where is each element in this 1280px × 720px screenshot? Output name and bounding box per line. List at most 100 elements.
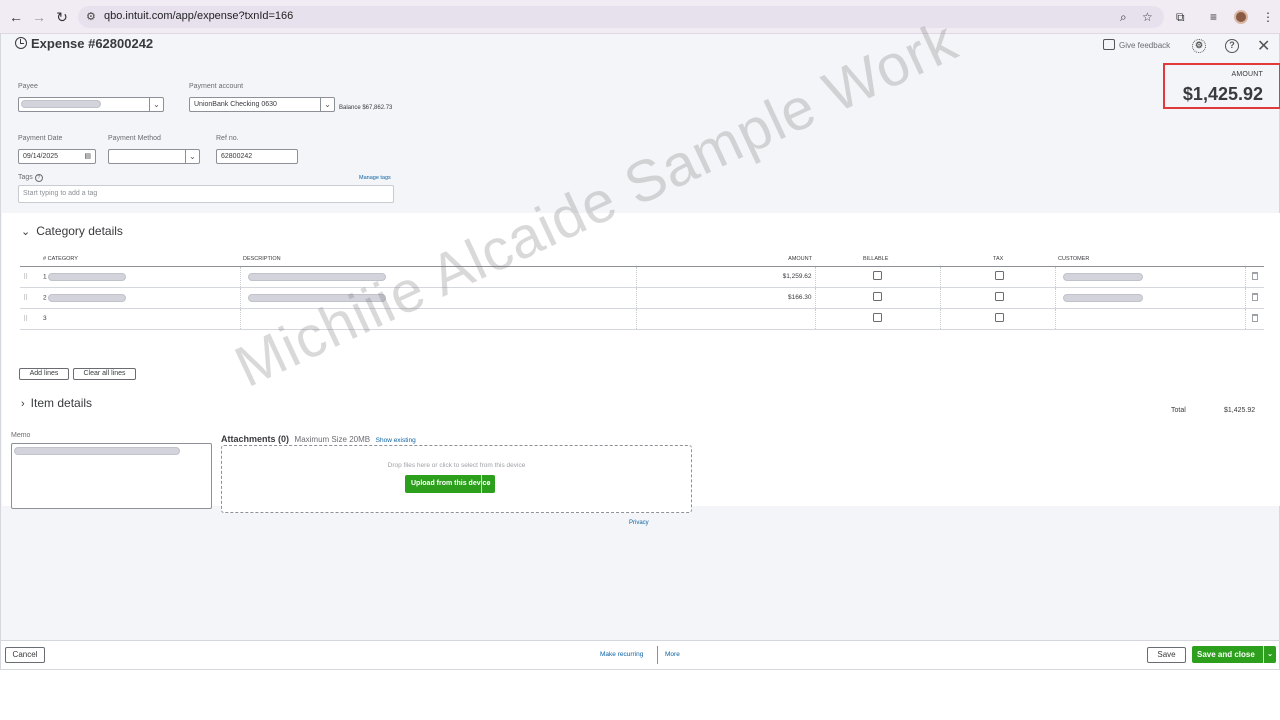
table-row[interactable]: ⠿ 3	[20, 308, 1264, 330]
billable-checkbox[interactable]	[872, 292, 882, 301]
address-bar[interactable]: ⚙ qbo.intuit.com/app/expense?txnId=166 ⌕…	[78, 6, 1164, 28]
upload-button[interactable]: Upload from this device ⌄	[405, 475, 495, 493]
redacted-category[interactable]	[48, 272, 127, 281]
drag-handle-icon[interactable]: ⠿	[23, 295, 28, 302]
chevron-down-icon: ⌄	[21, 226, 31, 238]
line-amount[interactable]: $1,259.62	[636, 266, 816, 288]
col-category: # CATEGORY	[40, 252, 240, 267]
media-queue-icon[interactable]: ≡	[1210, 10, 1217, 24]
trash-icon[interactable]	[1251, 292, 1258, 301]
bookmark-star-icon[interactable]: ☆	[1142, 10, 1153, 24]
page-title: Expense #62800242	[15, 36, 153, 51]
balance-text: Balance $67,862.73	[339, 105, 393, 111]
payee-select[interactable]: ⌄	[18, 97, 164, 112]
line-amount[interactable]: $166.30	[636, 287, 816, 309]
save-button[interactable]: Save	[1147, 647, 1186, 663]
chevron-right-icon: ›	[21, 398, 25, 410]
col-tax: TAX	[940, 252, 1055, 267]
memo-label: Memo	[11, 432, 31, 439]
details-section: ⌄ Category details # CATEGORY DESCRIPTION…	[2, 213, 1280, 526]
category-table: # CATEGORY DESCRIPTION AMOUNT BILLABLE T…	[20, 252, 1264, 330]
line-amount[interactable]	[636, 308, 816, 330]
chevron-down-icon[interactable]: ⌄	[481, 475, 495, 493]
payment-date-field[interactable]: 09/14/2025 ▤	[18, 149, 96, 164]
col-billable: BILLABLE	[815, 252, 940, 267]
show-existing-link[interactable]: Show existing	[376, 437, 416, 444]
billable-checkbox[interactable]	[872, 313, 882, 322]
history-icon[interactable]	[15, 37, 27, 49]
forward-icon[interactable]: →	[31, 9, 47, 25]
calendar-icon[interactable]: ▤	[84, 150, 91, 163]
col-customer: CUSTOMER	[1055, 252, 1245, 267]
make-recurring-link[interactable]: Make recurring	[600, 651, 643, 658]
redacted-payee	[21, 100, 101, 108]
payee-label: Payee	[18, 83, 38, 90]
payment-account-select[interactable]: UnionBank Checking 0630 ⌄	[189, 97, 335, 112]
privacy-link[interactable]: Privacy	[629, 520, 649, 526]
trash-icon[interactable]	[1251, 313, 1258, 322]
chevron-down-icon[interactable]: ⌄	[149, 98, 163, 111]
payment-account-label: Payment account	[189, 83, 244, 90]
ref-no-label: Ref no.	[216, 135, 239, 142]
chevron-down-icon[interactable]: ⌄	[1263, 646, 1276, 663]
col-description: DESCRIPTION	[240, 252, 636, 267]
trash-icon[interactable]	[1251, 271, 1258, 280]
browser-menu-icon[interactable]: ⋮	[1262, 10, 1274, 24]
billable-checkbox[interactable]	[872, 271, 882, 280]
help-icon[interactable]: ?	[1225, 39, 1239, 53]
back-icon[interactable]: ←	[8, 9, 24, 25]
tax-checkbox[interactable]	[994, 313, 1004, 322]
extensions-icon[interactable]: ⧉	[1176, 10, 1185, 24]
cancel-button[interactable]: Cancel	[5, 647, 45, 663]
amount-label: AMOUNT	[1231, 71, 1263, 78]
payment-date-label: Payment Date	[18, 135, 63, 142]
url-text: qbo.intuit.com/app/expense?txnId=166	[104, 10, 294, 22]
redacted-description[interactable]	[247, 293, 386, 302]
drag-handle-icon[interactable]: ⠿	[23, 316, 28, 323]
amount-summary: AMOUNT $1,425.92	[1163, 63, 1280, 109]
redacted-customer[interactable]	[1062, 272, 1143, 281]
zoom-icon[interactable]: ⌕	[1120, 10, 1127, 24]
tags-input[interactable]: Start typing to add a tag	[18, 185, 394, 203]
ref-no-field[interactable]: 62800242	[216, 149, 298, 164]
browser-toolbar: ← → ↻ ⚙ qbo.intuit.com/app/expense?txnId…	[0, 0, 1280, 34]
manage-tags-link[interactable]: Manage tags	[359, 175, 391, 181]
attachment-drop-zone[interactable]: Drop files here or click to select from …	[221, 445, 692, 513]
give-feedback-link[interactable]: Give feedback	[1103, 39, 1170, 50]
tax-checkbox[interactable]	[994, 271, 1004, 280]
redacted-description[interactable]	[247, 272, 386, 281]
total-label: Total	[1171, 407, 1186, 414]
table-row[interactable]: ⠿ 1 $1,259.62	[20, 266, 1264, 288]
expense-form: Expense #62800242 Give feedback ⚙ ? ✕ AM…	[0, 34, 1280, 670]
redacted-category[interactable]	[48, 293, 127, 302]
info-icon[interactable]: ?	[34, 174, 43, 182]
close-icon[interactable]: ✕	[1257, 36, 1270, 56]
tags-label: Tags ?	[18, 174, 43, 182]
table-header-row: # CATEGORY DESCRIPTION AMOUNT BILLABLE T…	[20, 252, 1264, 267]
chevron-down-icon[interactable]: ⌄	[320, 98, 334, 111]
profile-avatar[interactable]	[1234, 10, 1248, 24]
settings-gear-icon[interactable]: ⚙	[1192, 39, 1206, 53]
col-amount: AMOUNT	[636, 252, 815, 267]
redacted-customer[interactable]	[1062, 293, 1143, 302]
clear-all-lines-button[interactable]: Clear all lines	[73, 368, 136, 380]
divider	[657, 646, 658, 664]
total-value: $1,425.92	[1224, 407, 1256, 414]
table-row[interactable]: ⠿ 2 $166.30	[20, 287, 1264, 309]
attachments-header: Attachments (0) Maximum Size 20MB Show e…	[221, 434, 416, 444]
payment-method-select[interactable]: ⌄	[108, 149, 200, 164]
save-and-close-button[interactable]: Save and close ⌄	[1192, 646, 1276, 663]
tax-checkbox[interactable]	[994, 292, 1004, 301]
item-details-toggle[interactable]: › Item details	[21, 396, 92, 410]
chevron-down-icon[interactable]: ⌄	[185, 150, 199, 163]
add-lines-button[interactable]: Add lines	[19, 368, 69, 380]
feedback-icon	[1103, 39, 1115, 50]
drag-handle-icon[interactable]: ⠿	[23, 274, 28, 281]
site-info-icon[interactable]: ⚙	[86, 10, 96, 23]
reload-icon[interactable]: ↻	[54, 9, 70, 25]
memo-textarea[interactable]	[11, 443, 212, 509]
payment-method-label: Payment Method	[108, 135, 161, 142]
category-details-toggle[interactable]: ⌄ Category details	[21, 224, 123, 238]
more-link[interactable]: More	[665, 651, 680, 658]
form-footer: Cancel Make recurring More Save Save and…	[0, 640, 1280, 670]
